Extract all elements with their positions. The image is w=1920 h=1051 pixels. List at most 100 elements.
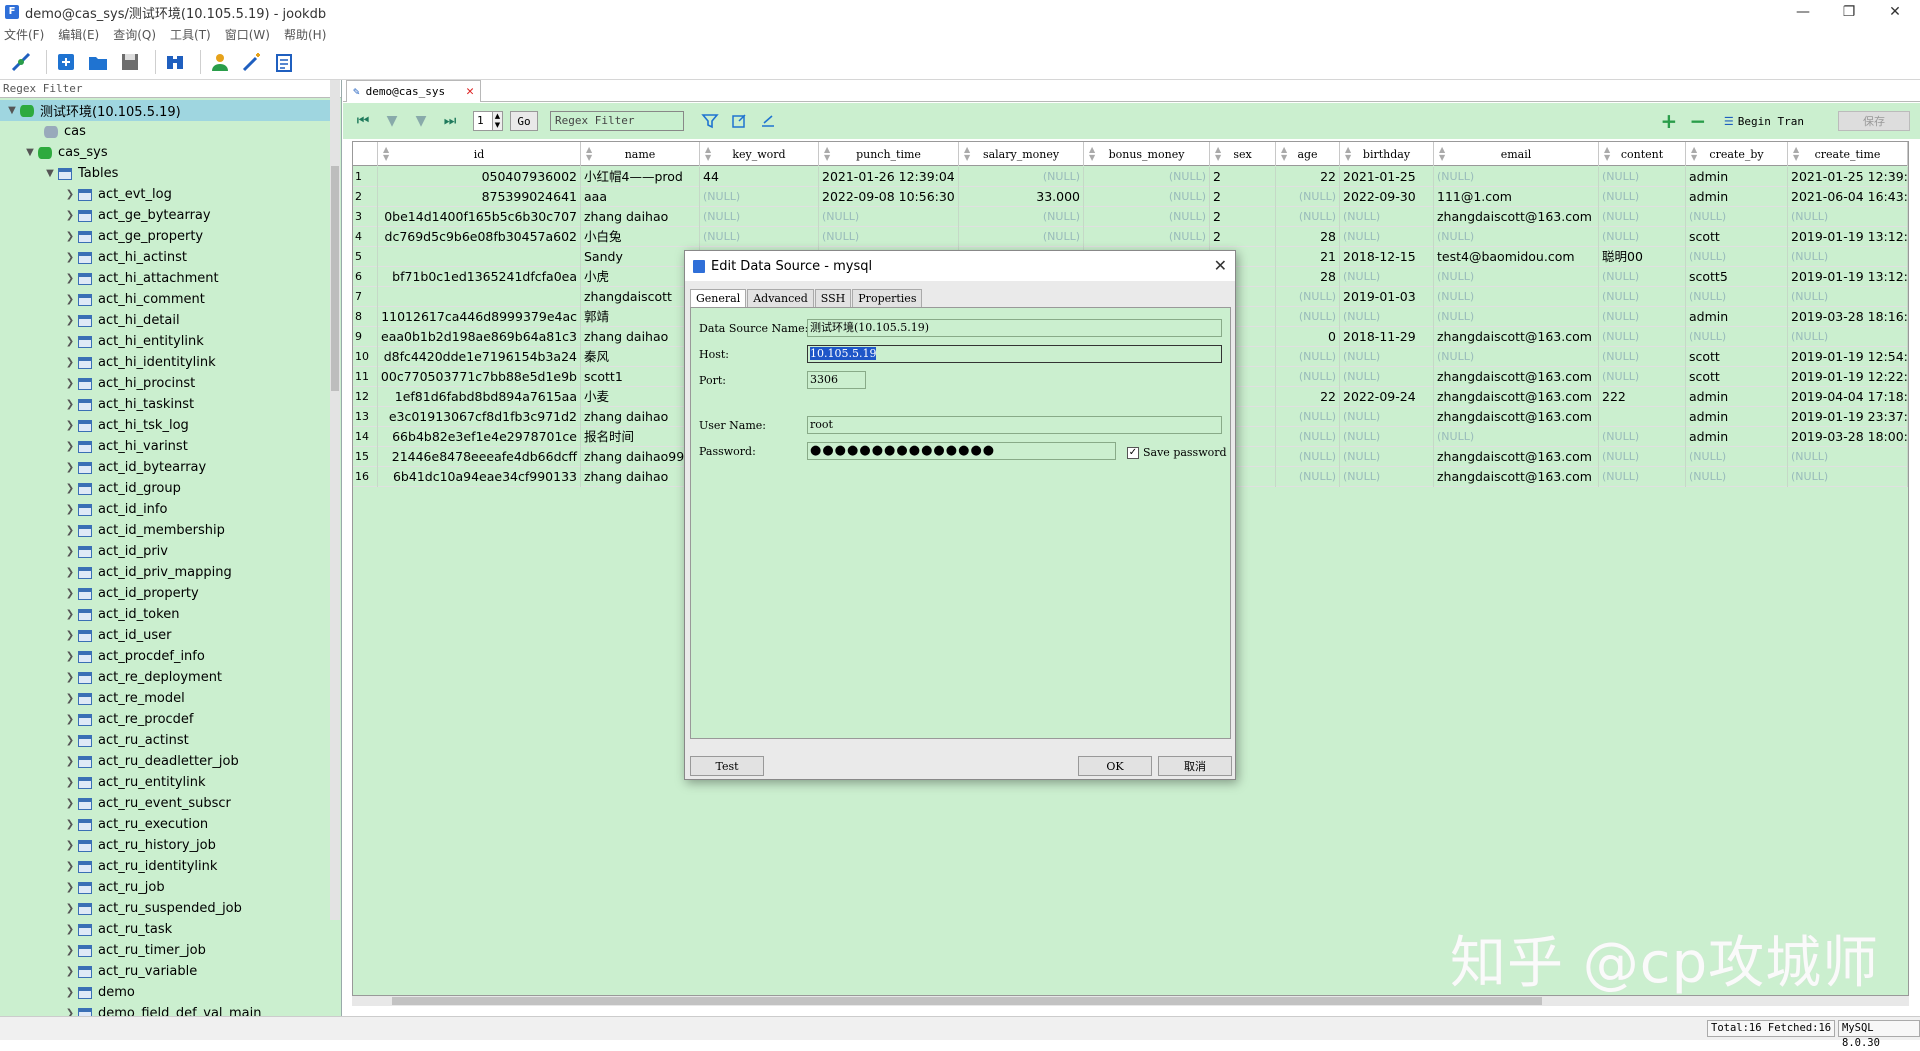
column-header-key-word[interactable]: ▲ ▼ key_word bbox=[700, 142, 819, 166]
grid-cell[interactable]: aaa bbox=[581, 187, 700, 207]
grid-cell[interactable]: (NULL) bbox=[1434, 167, 1599, 187]
grid-cell[interactable]: 2018-11-29 bbox=[1340, 327, 1434, 347]
grid-cell[interactable]: 郭靖 bbox=[581, 307, 700, 327]
menu-help[interactable]: 帮助(H) bbox=[284, 26, 326, 43]
grid-cell[interactable]: zhangdaiscott@163.com bbox=[1434, 327, 1599, 347]
grid-cell[interactable]: (NULL) bbox=[1084, 207, 1210, 227]
grid-cell[interactable]: (NULL) bbox=[1686, 207, 1788, 227]
tree-table-item[interactable]: ❯ act_re_deployment bbox=[0, 667, 222, 688]
magic-wand-icon[interactable] bbox=[239, 49, 265, 75]
row-number-cell[interactable]: 8 bbox=[353, 307, 378, 327]
port-input[interactable]: 3306 bbox=[807, 371, 866, 389]
row-number-cell[interactable]: 10 bbox=[353, 347, 378, 367]
grid-cell[interactable]: dc769d5c9b6e08fb30457a602 bbox=[378, 227, 581, 247]
grid-cell[interactable]: test4@baomidou.com bbox=[1434, 247, 1599, 267]
grid-cell[interactable]: 111@1.com bbox=[1434, 187, 1599, 207]
sort-icon[interactable]: ▲ ▼ bbox=[705, 146, 711, 162]
grid-filter-input[interactable]: Regex Filter bbox=[550, 111, 684, 131]
tree-table-item[interactable]: ❯ act_ge_property bbox=[0, 226, 203, 247]
chevron-down-icon[interactable]: ▼ bbox=[22, 147, 38, 158]
sort-icon[interactable]: ▲ ▼ bbox=[964, 146, 970, 162]
sort-icon[interactable]: ▲ ▼ bbox=[383, 146, 389, 162]
tree-table-item[interactable]: ❯ act_ru_deadletter_job bbox=[0, 751, 239, 772]
tree-table-item[interactable]: ❯ act_id_property bbox=[0, 583, 199, 604]
grid-cell[interactable]: scott1 bbox=[581, 367, 700, 387]
column-header-email[interactable]: ▲ ▼ email bbox=[1434, 142, 1599, 166]
grid-cell[interactable]: e3c01913067cf8d1fb3c971d2 bbox=[378, 407, 581, 427]
grid-cell[interactable]: (NULL) bbox=[1276, 427, 1340, 447]
sort-icon[interactable]: ▲ ▼ bbox=[1281, 146, 1287, 162]
grid-cell[interactable]: (NULL) bbox=[1276, 287, 1340, 307]
chevron-down-icon[interactable]: ▼ bbox=[4, 105, 20, 116]
grid-cell[interactable]: zhangdaiscott bbox=[581, 287, 700, 307]
import-icon[interactable] bbox=[729, 111, 749, 131]
sort-icon[interactable]: ▲ ▼ bbox=[1691, 146, 1697, 162]
column-header-salary-money[interactable]: ▲ ▼ salary_money bbox=[959, 142, 1084, 166]
grid-cell[interactable]: 22 bbox=[1276, 387, 1340, 407]
row-number-cell[interactable]: 7 bbox=[353, 287, 378, 307]
grid-cell[interactable]: (NULL) bbox=[1686, 327, 1788, 347]
grid-cell[interactable]: 2022-09-30 bbox=[1340, 187, 1434, 207]
grid-cell[interactable]: (NULL) bbox=[959, 207, 1084, 227]
grid-cell[interactable]: 44 bbox=[700, 167, 819, 187]
host-input[interactable]: 10.105.5.19 bbox=[807, 345, 1222, 363]
tree-table-item[interactable]: ❯ act_hi_entitylink bbox=[0, 331, 204, 352]
tab-demo[interactable]: ✎ demo@cas_sys ✕ bbox=[346, 80, 481, 102]
grid-cell[interactable]: (NULL) bbox=[959, 227, 1084, 247]
grid-cell[interactable]: (NULL) bbox=[1340, 447, 1434, 467]
grid-cell[interactable]: (NULL) bbox=[1788, 207, 1908, 227]
grid-cell[interactable]: 21446e8478eeeafe4db66dcff bbox=[378, 447, 581, 467]
chevron-right-icon[interactable]: ❯ bbox=[62, 273, 78, 284]
tree-table-item[interactable]: ❯ act_id_user bbox=[0, 625, 172, 646]
page-number-input[interactable]: 1 bbox=[473, 111, 493, 131]
last-page-icon[interactable]: ⏭ bbox=[440, 111, 460, 131]
grid-cell[interactable]: (NULL) bbox=[1434, 307, 1599, 327]
tree-table-item[interactable]: ❯ demo bbox=[0, 982, 135, 1003]
row-number-cell[interactable]: 16 bbox=[353, 467, 378, 487]
next-page-icon[interactable]: ▼ bbox=[411, 111, 431, 131]
tree-table-item[interactable]: ❯ act_ru_event_subscr bbox=[0, 793, 231, 814]
grid-cell[interactable]: 0 bbox=[1276, 327, 1340, 347]
grid-cell[interactable]: zhang daihao bbox=[581, 407, 700, 427]
chevron-right-icon[interactable]: ❯ bbox=[62, 189, 78, 200]
grid-cell[interactable]: 66b4b82e3ef1e4e2978701ce bbox=[378, 427, 581, 447]
grid-cell[interactable]: (NULL) bbox=[1340, 267, 1434, 287]
grid-cell[interactable]: zhang daihao bbox=[581, 327, 700, 347]
column-header-id[interactable]: ▲ ▼ id bbox=[378, 142, 581, 166]
grid-cell[interactable]: 小虎 bbox=[581, 267, 700, 287]
binoculars-icon[interactable] bbox=[162, 49, 188, 75]
tree-table-item[interactable]: ❯ act_ru_history_job bbox=[0, 835, 216, 856]
grid-cell[interactable]: 2021-01-25 bbox=[1340, 167, 1434, 187]
row-number-cell[interactable]: 5 bbox=[353, 247, 378, 267]
grid-cell[interactable]: admin bbox=[1686, 187, 1788, 207]
grid-cell[interactable]: (NULL) bbox=[1340, 227, 1434, 247]
chevron-right-icon[interactable]: ❯ bbox=[62, 714, 78, 725]
sort-icon[interactable]: ▲ ▼ bbox=[586, 146, 592, 162]
chevron-right-icon[interactable]: ❯ bbox=[62, 504, 78, 515]
tree-table-item[interactable]: ❯ act_ru_timer_job bbox=[0, 940, 206, 961]
table-row[interactable]: 1 050407936002 小红帽4——prod 44 2021-01-26 12:3… bbox=[353, 167, 1908, 187]
grid-cell[interactable]: 00c770503771c7bb88e5d1e9b bbox=[378, 367, 581, 387]
chevron-right-icon[interactable]: ❯ bbox=[62, 756, 78, 767]
grid-cell[interactable]: zhangdaiscott@163.com bbox=[1434, 207, 1599, 227]
grid-cell[interactable]: (NULL) bbox=[1788, 327, 1908, 347]
row-number-cell[interactable]: 13 bbox=[353, 407, 378, 427]
tree-table-item[interactable]: ❯ act_ru_job bbox=[0, 877, 165, 898]
grid-cell[interactable]: 2 bbox=[1210, 227, 1276, 247]
save-button[interactable]: 保存 bbox=[1838, 111, 1910, 131]
tree-table-item[interactable]: ❯ act_id_info bbox=[0, 499, 168, 520]
chevron-right-icon[interactable]: ❯ bbox=[62, 1008, 78, 1016]
tree-table-item[interactable]: ❯ act_hi_identitylink bbox=[0, 352, 216, 373]
column-header-punch-time[interactable]: ▲ ▼ punch_time bbox=[819, 142, 959, 166]
row-number-cell[interactable]: 15 bbox=[353, 447, 378, 467]
chevron-right-icon[interactable]: ❯ bbox=[62, 966, 78, 977]
chevron-right-icon[interactable]: ❯ bbox=[62, 252, 78, 263]
grid-cell[interactable]: (NULL) bbox=[1340, 347, 1434, 367]
grid-cell[interactable]: (NULL) bbox=[1276, 207, 1340, 227]
column-header-create-time[interactable]: ▲ ▼ create_time bbox=[1788, 142, 1908, 166]
row-number-cell[interactable]: 9 bbox=[353, 327, 378, 347]
tree-db-cas-sys[interactable]: ▼ cas_sys bbox=[0, 142, 108, 163]
add-row-icon[interactable]: + bbox=[1659, 109, 1679, 133]
tree-table-item[interactable]: ❯ act_id_group bbox=[0, 478, 181, 499]
grid-cell[interactable]: eaa0b1b2d198ae869b64a81c3 bbox=[378, 327, 581, 347]
